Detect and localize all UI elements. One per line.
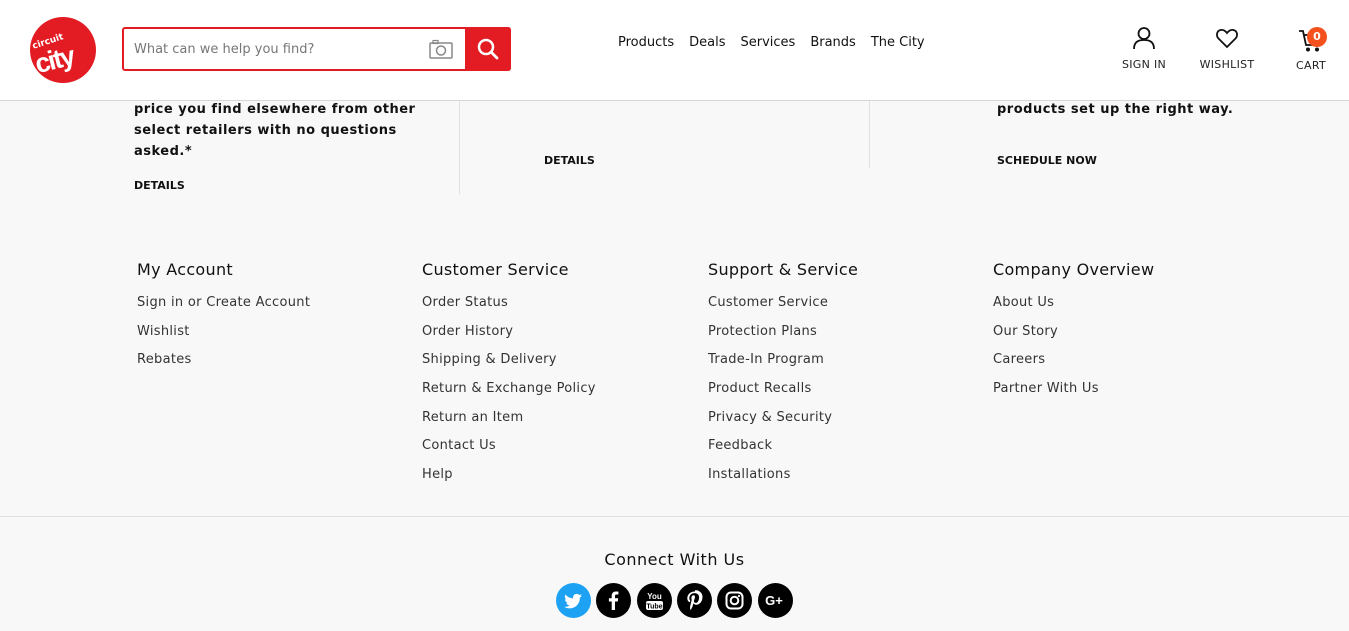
footer-link[interactable]: Partner With Us <box>993 381 1154 410</box>
footer-column-title: My Account <box>137 260 233 279</box>
google-plus-icon[interactable]: G+ <box>758 583 793 618</box>
footer-link[interactable]: Wishlist <box>137 324 310 353</box>
nav-services[interactable]: Services <box>741 35 796 50</box>
footer-link[interactable]: Installations <box>708 467 858 496</box>
footer-link[interactable]: Product Recalls <box>708 381 858 410</box>
cart-label: CART <box>1296 59 1326 72</box>
nav-deals[interactable]: Deals <box>689 35 725 50</box>
svg-text:You: You <box>647 592 662 601</box>
footer-link[interactable]: Order History <box>422 324 596 353</box>
footer-link[interactable]: Rebates <box>137 352 310 381</box>
footer-link[interactable]: Customer Service <box>708 295 858 324</box>
promo-line: price you find elsewhere from other <box>134 102 416 117</box>
promo-installation-text: products set up the right way. <box>997 99 1297 120</box>
wishlist-button[interactable]: WISHLIST <box>1196 26 1258 71</box>
promo-divider <box>459 101 460 194</box>
wishlist-label: WISHLIST <box>1199 58 1255 71</box>
footer-link[interactable]: Shipping & Delivery <box>422 352 596 381</box>
promo-details-link-2[interactable]: DETAILS <box>544 154 595 167</box>
camera-icon[interactable] <box>429 39 453 59</box>
nav-the-city[interactable]: The City <box>871 35 925 50</box>
promo-price-match-text: price you find elsewhere from other sele… <box>134 99 434 162</box>
footer-link[interactable]: Sign in or Create Account <box>137 295 310 324</box>
footer-column-customer-service: Customer Service Order Status Order Hist… <box>422 260 596 496</box>
search-input[interactable] <box>134 38 414 60</box>
sign-in-button[interactable]: SIGN IN <box>1118 26 1170 71</box>
promo-line: products set up the right way. <box>997 102 1234 117</box>
footer-link[interactable]: Contact Us <box>422 438 596 467</box>
heart-icon <box>1216 28 1238 49</box>
nav-products[interactable]: Products <box>618 35 674 50</box>
svg-text:Tube: Tube <box>646 604 662 611</box>
footer-link[interactable]: Order Status <box>422 295 596 324</box>
promo-line: select retailers with no questions <box>134 123 397 138</box>
search-button[interactable] <box>465 27 511 71</box>
instagram-icon[interactable] <box>717 583 752 618</box>
youtube-icon[interactable]: You Tube <box>637 583 672 618</box>
footer-link[interactable]: Return & Exchange Policy <box>422 381 596 410</box>
promo-line: asked.* <box>134 144 193 159</box>
nav-brands[interactable]: Brands <box>810 35 856 50</box>
footer-divider <box>0 516 1349 517</box>
footer-column-title: Support & Service <box>708 260 859 279</box>
footer-column-my-account: My Account Sign in or Create Account Wis… <box>137 260 310 381</box>
footer-column-title: Customer Service <box>422 260 569 279</box>
footer-link[interactable]: Return an Item <box>422 410 596 439</box>
search-bar <box>122 27 511 71</box>
sign-in-label: SIGN IN <box>1121 58 1167 71</box>
footer-link[interactable]: Feedback <box>708 438 858 467</box>
cart-count-badge: 0 <box>1307 27 1327 47</box>
user-icon <box>1133 27 1155 50</box>
svg-text:G+: G+ <box>765 593 783 608</box>
promo-divider <box>869 101 870 168</box>
promo-details-link-1[interactable]: DETAILS <box>134 179 185 192</box>
circuit-city-logo[interactable]: circuit city <box>30 17 96 83</box>
footer-link[interactable]: Privacy & Security <box>708 410 858 439</box>
twitter-icon[interactable] <box>556 583 591 618</box>
pinterest-icon[interactable] <box>677 583 712 618</box>
footer-link[interactable]: About Us <box>993 295 1154 324</box>
facebook-icon[interactable] <box>596 583 631 618</box>
footer-column-title: Company Overview <box>993 260 1155 279</box>
footer-column-company-overview: Company Overview About Us Our Story Care… <box>993 260 1154 410</box>
footer-link[interactable]: Trade-In Program <box>708 352 858 381</box>
search-icon <box>477 38 499 60</box>
footer-link[interactable]: Protection Plans <box>708 324 858 353</box>
promo-schedule-now-link[interactable]: SCHEDULE NOW <box>997 154 1097 167</box>
site-header: circuit city Products Deals Services Bra… <box>0 0 1349 101</box>
footer-link[interactable]: Careers <box>993 352 1154 381</box>
main-nav: Products Deals Services Brands The City <box>618 35 925 50</box>
footer-link[interactable]: Our Story <box>993 324 1154 353</box>
footer-link[interactable]: Help <box>422 467 596 496</box>
connect-with-us-title: Connect With Us <box>604 550 745 569</box>
footer-column-support-service: Support & Service Customer Service Prote… <box>708 260 858 496</box>
